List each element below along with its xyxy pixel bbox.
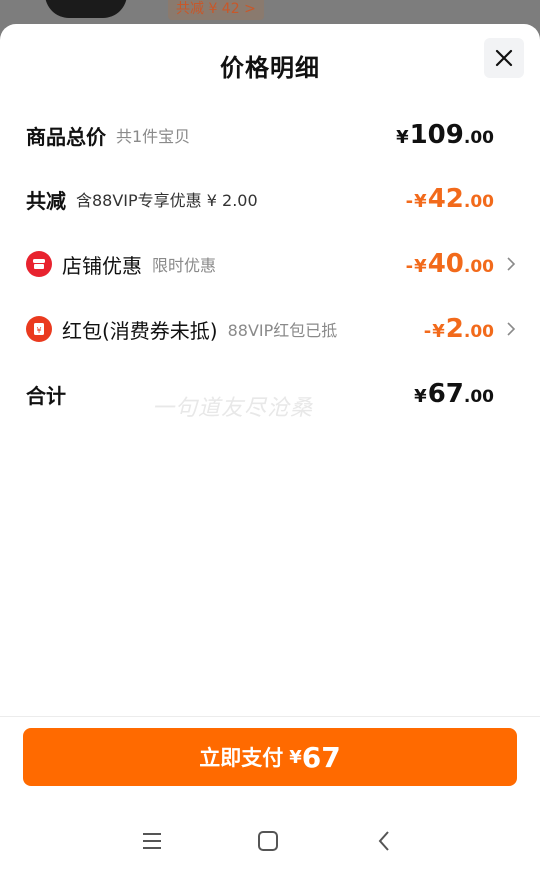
amount-decimal: .00 — [463, 387, 494, 407]
amount-integer: 67 — [427, 379, 464, 409]
currency-symbol: ¥ — [414, 386, 427, 407]
row-amount: ¥67.00 — [414, 379, 494, 409]
close-icon — [495, 49, 513, 67]
pay-now-button[interactable]: 立即支付 ¥ 67 — [23, 728, 517, 786]
amount-prefix: - — [405, 256, 414, 277]
row-amount: - ¥42.00 — [406, 184, 494, 214]
row-sublabel: 共1件宝贝 — [116, 127, 191, 146]
row-amount: ¥109.00 — [396, 120, 494, 150]
amount-integer: 40 — [427, 249, 464, 279]
row-label: 合计 — [26, 383, 66, 408]
amount-decimal: .00 — [463, 192, 494, 212]
row-sublabel: 88VIP红包已抵 — [227, 321, 338, 340]
red-packet-icon: ¥ — [26, 316, 52, 342]
footer-divider — [0, 716, 540, 717]
row-label: 店铺优惠 — [62, 253, 142, 278]
menu-icon — [143, 833, 161, 849]
amount-decimal: .00 — [463, 257, 494, 277]
amount-prefix: - — [405, 191, 414, 212]
close-button[interactable] — [484, 38, 524, 78]
row-goods-total: 商品总价 共1件宝贝 ¥109.00 — [26, 115, 516, 155]
pay-currency-symbol: ¥ — [289, 746, 302, 768]
nav-back-button[interactable] — [369, 826, 399, 856]
home-icon — [258, 831, 278, 851]
amount-decimal: .00 — [463, 128, 494, 148]
watermark: 一句道友尽沧桑 — [152, 396, 314, 421]
row-sublabel: 含88VIP专享优惠 ¥ 2.00 — [76, 191, 258, 210]
sheet-title: 价格明细 — [220, 54, 320, 82]
svg-text:¥: ¥ — [36, 326, 41, 335]
row-sublabel: 限时优惠 — [152, 256, 217, 275]
pay-button-label: 立即支付 — [199, 746, 284, 770]
store-icon — [26, 251, 52, 277]
amount-integer: 2 — [445, 314, 464, 344]
row-store-discount[interactable]: 店铺优惠 限时优惠 - ¥40.00 — [26, 244, 516, 284]
currency-symbol: ¥ — [432, 321, 445, 342]
amount-integer: 109 — [409, 120, 464, 150]
product-thumbnail — [45, 0, 127, 18]
system-nav-bar — [0, 806, 540, 874]
row-amount: - ¥40.00 — [406, 249, 494, 279]
back-icon — [378, 831, 389, 851]
currency-symbol: ¥ — [414, 191, 427, 212]
row-label: 商品总价 — [26, 124, 106, 149]
row-total-discount: 共减 含88VIP专享优惠 ¥ 2.00 - ¥42.00 — [26, 179, 516, 219]
row-red-packet[interactable]: ¥ 红包(消费券未抵) 88VIP红包已抵 - ¥2.00 — [26, 309, 516, 349]
currency-symbol: ¥ — [414, 256, 427, 277]
amount-decimal: .00 — [463, 322, 494, 342]
background-discount-label: 共减 ¥ 42 > — [168, 0, 264, 20]
chevron-right-icon — [498, 322, 516, 336]
amount-prefix: - — [423, 321, 432, 342]
currency-symbol: ¥ — [396, 127, 409, 148]
nav-menu-button[interactable] — [137, 826, 167, 856]
pay-amount: 67 — [301, 740, 341, 774]
chevron-right-icon — [498, 257, 516, 271]
nav-home-button[interactable] — [253, 826, 283, 856]
row-label: 共减 — [26, 188, 66, 213]
amount-integer: 42 — [427, 184, 464, 214]
row-amount: - ¥2.00 — [424, 314, 494, 344]
row-label: 红包(消费券未抵) — [62, 318, 218, 343]
